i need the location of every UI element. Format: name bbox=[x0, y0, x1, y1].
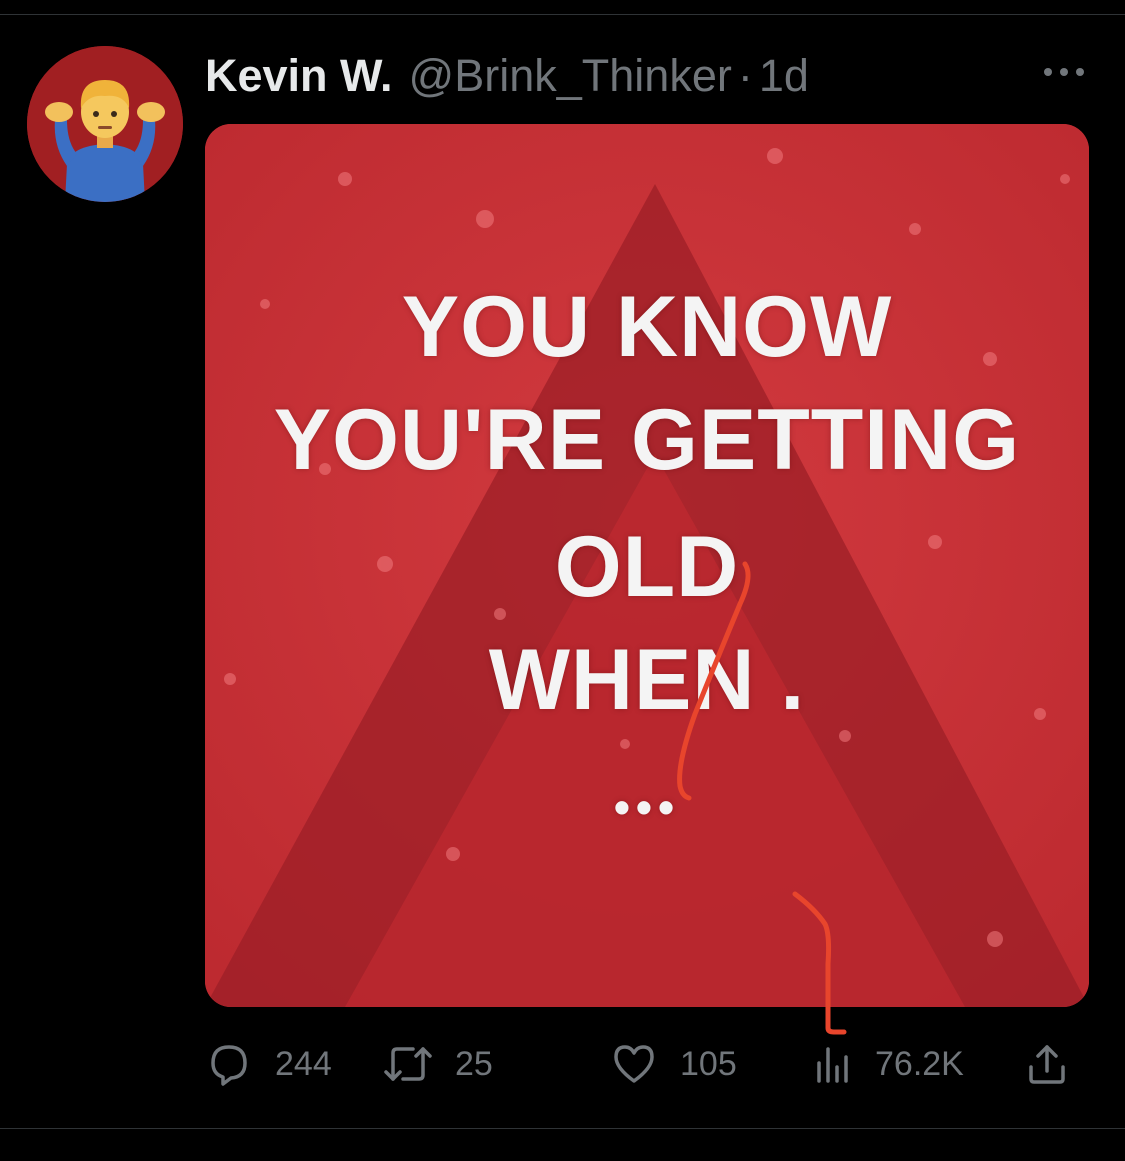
man-shrugging-emoji-icon bbox=[27, 46, 183, 202]
retweet-button[interactable]: 25 bbox=[383, 1036, 493, 1092]
tweet-media-image[interactable]: YOU KNOW YOU'RE GETTING OLD WHEN . ••• bbox=[205, 124, 1089, 1007]
like-count: 105 bbox=[680, 1044, 737, 1083]
retweet-icon bbox=[384, 1047, 432, 1081]
annotation-line-tail bbox=[825, 1000, 847, 1035]
reply-count: 244 bbox=[275, 1044, 332, 1083]
more-options-button[interactable] bbox=[1040, 62, 1088, 82]
tweet-header: Kevin W. @Brink_Thinker · 1d bbox=[205, 46, 809, 106]
reply-bubble-icon bbox=[211, 1045, 247, 1086]
author-handle[interactable]: @Brink_Thinker bbox=[409, 50, 732, 102]
media-text-line: OLD bbox=[554, 519, 740, 615]
media-text-line: YOU'RE GETTING bbox=[273, 392, 1021, 488]
avatar[interactable] bbox=[27, 46, 183, 202]
media-text-line: ••• bbox=[613, 781, 681, 833]
reply-button[interactable]: 244 bbox=[205, 1036, 332, 1092]
author-display-name[interactable]: Kevin W. bbox=[205, 50, 393, 102]
tweet-action-bar: 244 25 105 76.2K bbox=[205, 1036, 1089, 1092]
views-bar-chart-icon bbox=[817, 1047, 848, 1083]
header-separator: · bbox=[737, 50, 753, 101]
bottom-divider bbox=[0, 1128, 1125, 1129]
heart-icon bbox=[614, 1045, 654, 1083]
more-horizontal-icon bbox=[1044, 68, 1084, 76]
media-text-line: YOU KNOW bbox=[401, 279, 893, 375]
like-button[interactable]: 105 bbox=[610, 1036, 737, 1092]
views-button[interactable]: 76.2K bbox=[813, 1036, 964, 1092]
share-button[interactable] bbox=[1025, 1036, 1069, 1092]
tweet-timestamp[interactable]: 1d bbox=[759, 50, 809, 102]
top-divider bbox=[0, 14, 1125, 15]
media-caption: YOU KNOW YOU'RE GETTING OLD WHEN . ••• bbox=[205, 124, 1089, 1007]
media-text-line: WHEN . bbox=[488, 632, 806, 728]
views-count: 76.2K bbox=[875, 1044, 964, 1083]
share-upload-icon bbox=[1029, 1045, 1065, 1084]
retweet-count: 25 bbox=[455, 1044, 493, 1083]
